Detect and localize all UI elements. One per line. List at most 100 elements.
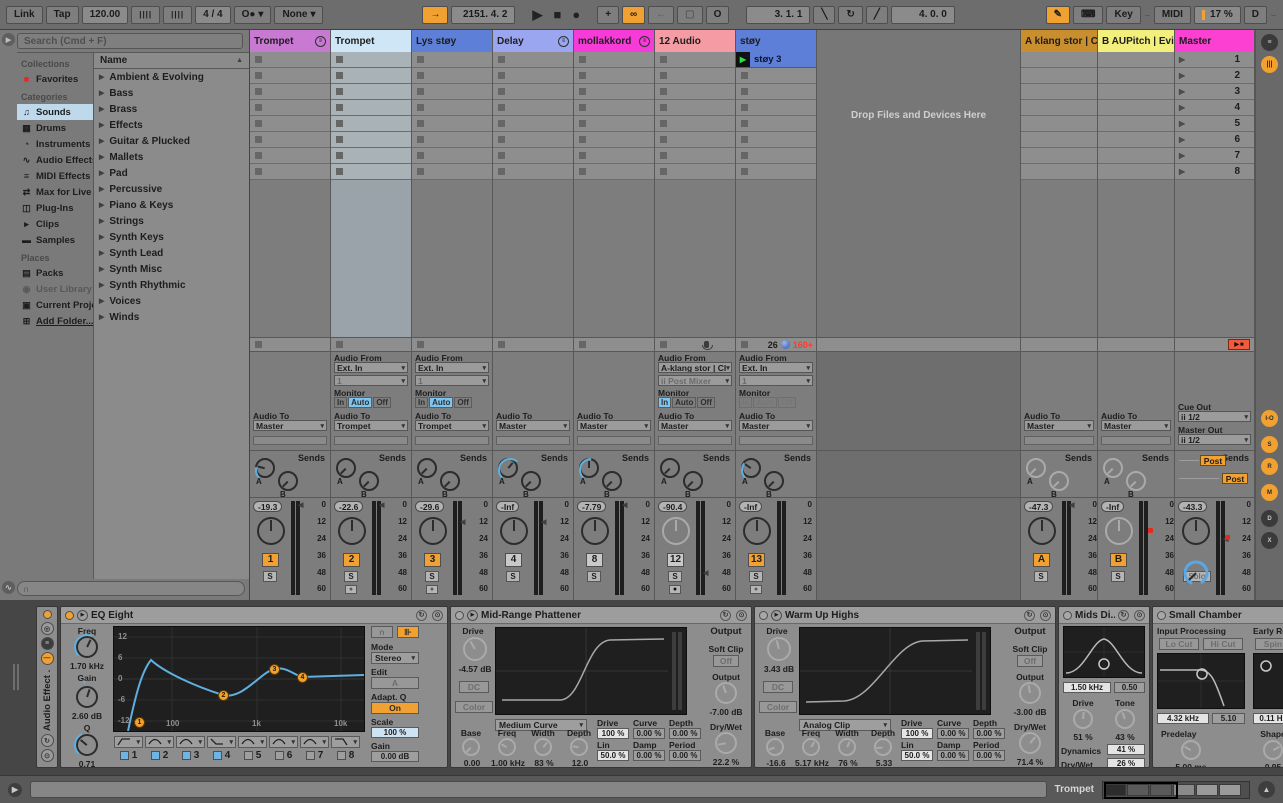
track-header[interactable]: Lys støy: [412, 30, 492, 52]
base-knob[interactable]: [462, 738, 480, 756]
groove-amount-button[interactable]: O●▾: [234, 6, 272, 24]
clip-slot[interactable]: [1021, 148, 1097, 164]
soft-clip-button[interactable]: Off: [713, 655, 739, 667]
arrangement-position-field[interactable]: 2151. 4. 2: [451, 6, 515, 24]
spectrum-button[interactable]: ⊪: [397, 626, 419, 638]
send-b-knob[interactable]: [278, 471, 298, 491]
clip-slot[interactable]: [331, 116, 411, 132]
tone-knob[interactable]: [1115, 709, 1135, 729]
folder-expand-icon[interactable]: ▶: [99, 281, 104, 289]
output-knob[interactable]: [715, 682, 737, 704]
tap-tempo-button[interactable]: Tap: [46, 6, 79, 24]
scene-slot[interactable]: ▶1: [1175, 52, 1254, 68]
clip-slot[interactable]: [574, 164, 654, 180]
monitor-in-button[interactable]: In: [658, 397, 671, 408]
dc-button[interactable]: DC: [459, 681, 489, 693]
clip-slot[interactable]: [736, 100, 816, 116]
clip-slot[interactable]: [736, 164, 816, 180]
list-item-folder[interactable]: ▶Brass: [94, 101, 249, 117]
arm-button[interactable]: ●: [345, 585, 357, 594]
lo-cut-button[interactable]: Lo Cut: [1159, 638, 1199, 650]
waveshaper-display[interactable]: [495, 627, 687, 715]
sidebar-item-add-folder-[interactable]: ⊞Add Folder...: [17, 313, 93, 329]
send-b-knob[interactable]: [683, 471, 703, 491]
punch-in-button[interactable]: ╲: [813, 6, 835, 24]
spin-rate-field[interactable]: 0.11 Hz: [1253, 713, 1283, 724]
stop-all-clips-button[interactable]: [741, 341, 748, 348]
list-item-folder[interactable]: ▶Synth Rhythmic: [94, 277, 249, 293]
width-knob[interactable]: [534, 738, 552, 756]
clip-stop-button[interactable]: [579, 120, 586, 127]
volume-knob[interactable]: [581, 517, 609, 545]
clip-slot[interactable]: [1098, 116, 1174, 132]
volume-knob[interactable]: [419, 517, 447, 545]
sidebar-item-drums[interactable]: ▦Drums: [17, 120, 93, 136]
key-map-button[interactable]: Key: [1106, 6, 1140, 24]
monitor-auto-button[interactable]: Auto: [672, 397, 696, 408]
master-out-select[interactable]: ii 1/2▾: [1178, 434, 1251, 445]
track-activator[interactable]: A: [1033, 553, 1050, 567]
track-activator[interactable]: 12: [667, 553, 684, 567]
dynamics-field[interactable]: 41 %: [1107, 744, 1145, 755]
eq-curve-display[interactable]: 1 2 3 4 12 6 0 -6 -12 100 1k 10k: [113, 626, 365, 732]
clip-slot[interactable]: [493, 84, 573, 100]
device-on-icon[interactable]: [65, 611, 74, 620]
spin-button[interactable]: Spin: [1255, 638, 1283, 650]
clip-slot[interactable]: [412, 100, 492, 116]
clip-slot[interactable]: [493, 164, 573, 180]
clip-stop-button[interactable]: [660, 136, 667, 143]
eq-band-3-node[interactable]: 3: [269, 664, 280, 675]
ws_drive-field[interactable]: 100 %: [597, 728, 629, 739]
drive-knob[interactable]: [1073, 709, 1093, 729]
hot-swap-icon[interactable]: ↻: [1118, 610, 1129, 621]
clip-slot[interactable]: [1021, 132, 1097, 148]
solo-button[interactable]: S: [425, 571, 439, 582]
clip-slot[interactable]: [331, 52, 411, 68]
output-value[interactable]: -3.00 dB: [1005, 707, 1055, 717]
solo-button[interactable]: S: [344, 571, 358, 582]
send-a-knob[interactable]: [336, 458, 356, 478]
audio-from-select[interactable]: A-klang stor | Cl▾: [658, 362, 732, 373]
link-button[interactable]: Link: [6, 6, 43, 24]
send-a-knob[interactable]: [1026, 458, 1046, 478]
loop-button[interactable]: ↻: [838, 6, 862, 24]
clip-slot[interactable]: [412, 116, 492, 132]
ws_curve-field[interactable]: 0.00 %: [937, 728, 969, 739]
clip-slot[interactable]: [493, 52, 573, 68]
dry-wet-knob[interactable]: [715, 732, 737, 754]
audio-from-select[interactable]: Ext. In▾: [415, 362, 489, 373]
clip-slot[interactable]: [250, 52, 330, 68]
output-knob[interactable]: [1019, 682, 1041, 704]
clip-slot[interactable]: [1021, 164, 1097, 180]
sidebar-item-clips[interactable]: ▸Clips: [17, 216, 93, 232]
session-record-button[interactable]: ▢: [677, 6, 702, 24]
list-item-folder[interactable]: ▶Guitar & Plucked: [94, 133, 249, 149]
send-b-knob[interactable]: [521, 471, 541, 491]
clip-stop-button[interactable]: [741, 88, 748, 95]
clip-slot[interactable]: [1021, 100, 1097, 116]
clip-stop-button[interactable]: [579, 104, 586, 111]
volume-value[interactable]: -Inf: [496, 501, 519, 512]
sort-ascending-icon[interactable]: ▲: [236, 57, 243, 64]
volume-value[interactable]: -19.3: [253, 501, 282, 512]
ws_lin-field[interactable]: 50.0 %: [597, 750, 629, 761]
clip-slot[interactable]: [1098, 68, 1174, 84]
monitor-in-button[interactable]: In: [739, 397, 752, 408]
scene-slot[interactable]: ▶2: [1175, 68, 1254, 84]
clip-slot[interactable]: [1098, 84, 1174, 100]
clip-stop-button[interactable]: [417, 120, 424, 127]
volume-value[interactable]: -Inf: [739, 501, 762, 512]
scene-play-icon[interactable]: ▶: [1179, 135, 1185, 144]
sidebar-item-midi-effects[interactable]: ≡MIDI Effects: [17, 168, 93, 184]
audio-to-select[interactable]: Master▾: [739, 420, 813, 431]
dry-wet-value[interactable]: 22.2 %: [701, 757, 751, 767]
folder-expand-icon[interactable]: ▶: [99, 313, 104, 321]
device-chain-overview[interactable]: [1102, 781, 1250, 799]
track-header[interactable]: Trompet: [331, 30, 411, 52]
tempo-field[interactable]: 120.00: [82, 6, 129, 24]
band-filter-type-select[interactable]: ▾: [145, 736, 174, 748]
sidebar-item-audio-effects[interactable]: ∿Audio Effects: [17, 152, 93, 168]
folder-expand-icon[interactable]: ▶: [99, 169, 104, 177]
browser-fold-icon[interactable]: ▶: [2, 33, 15, 46]
shape-knob[interactable]: [1263, 740, 1283, 760]
